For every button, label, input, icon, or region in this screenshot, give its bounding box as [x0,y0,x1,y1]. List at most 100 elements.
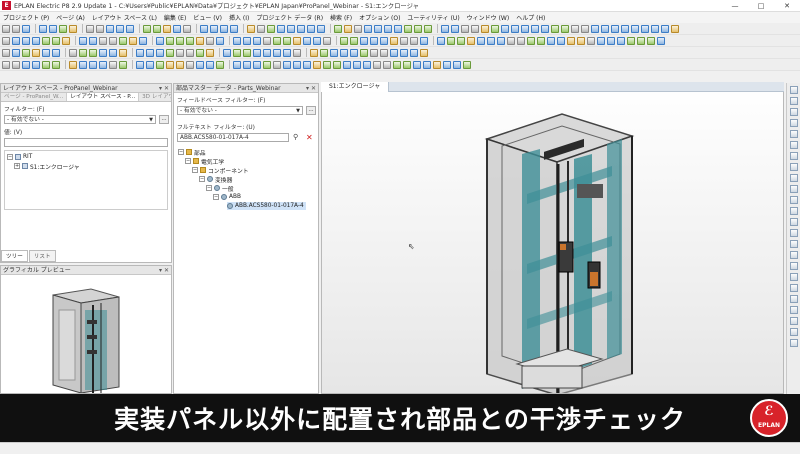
panel-close-icon[interactable]: ▾ ✕ [159,84,169,93]
toolbar-tool-icon[interactable] [587,36,595,45]
toolbar-tool-icon[interactable] [173,24,181,33]
collapse-icon[interactable]: − [178,149,184,155]
tree-item-abb[interactable]: − ABB [213,193,241,201]
toolbar-tool-icon[interactable] [139,36,147,45]
toolbar-tool-icon[interactable] [487,36,495,45]
toolbar-tool-icon[interactable] [42,48,50,57]
toolbar-tool-icon[interactable] [69,24,77,33]
search-filter-icon[interactable]: ⚲ [293,133,303,142]
toolbar-tool-icon[interactable] [166,48,174,57]
toolbar-tool-icon[interactable] [334,24,342,33]
toolbar-tool-icon[interactable] [384,24,392,33]
menu-help[interactable]: ヘルプ (H) [516,13,545,22]
toolbar-tool-icon[interactable] [22,36,30,45]
toolbar-tool-icon[interactable] [206,60,214,69]
toolbar-tool-icon[interactable] [400,36,408,45]
toolbar-tool-icon[interactable] [109,60,117,69]
toolbar-tool-icon[interactable] [163,24,171,33]
collapse-icon[interactable]: − [213,194,219,200]
toolbar-tool-icon[interactable] [166,60,174,69]
toolbar-tool-icon[interactable] [186,60,194,69]
toolbar-tool-icon[interactable] [116,24,124,33]
side-tool-icon[interactable] [789,295,798,303]
tree-item-abb-acs580[interactable]: ABB.ACS580-01-017A-4 [227,202,306,210]
toolbar-tool-icon[interactable] [597,36,605,45]
toolbar-tool-icon[interactable] [99,36,107,45]
side-tool-icon[interactable] [789,152,798,160]
side-tool-icon[interactable] [789,108,798,116]
toolbar-tool-icon[interactable] [637,36,645,45]
toolbar-tool-icon[interactable] [481,24,489,33]
side-tool-icon[interactable] [789,196,798,204]
toolbar-tool-icon[interactable] [353,60,361,69]
toolbar-tool-icon[interactable] [390,36,398,45]
side-tool-icon[interactable] [789,97,798,105]
side-tool-icon[interactable] [789,229,798,237]
toolbar-tool-icon[interactable] [323,60,331,69]
tree-item-converters[interactable]: − 変換器 [199,175,232,184]
toolbar-tool-icon[interactable] [310,48,318,57]
toolbar-tool-icon[interactable] [370,36,378,45]
side-tool-icon[interactable] [789,174,798,182]
toolbar-tool-icon[interactable] [477,36,485,45]
toolbar-tool-icon[interactable] [497,36,505,45]
toolbar-tool-icon[interactable] [333,60,341,69]
toolbar-tool-icon[interactable] [571,24,579,33]
toolbar-tool-icon[interactable] [79,60,87,69]
collapse-icon[interactable]: − [7,154,13,160]
toolbar-tool-icon[interactable] [277,24,285,33]
toolbar-tool-icon[interactable] [607,36,615,45]
toolbar-tool-icon[interactable] [136,48,144,57]
side-tool-icon[interactable] [789,273,798,281]
toolbar-tool-icon[interactable] [414,24,422,33]
toolbar-tool-icon[interactable] [404,24,412,33]
minimize-button[interactable]: — [722,0,748,12]
toolbar-tool-icon[interactable] [283,48,291,57]
toolbar-tool-icon[interactable] [507,36,515,45]
side-tool-icon[interactable] [789,130,798,138]
toolbar-tool-icon[interactable] [547,36,555,45]
toolbar-tool-icon[interactable] [621,24,629,33]
toolbar-tool-icon[interactable] [541,24,549,33]
toolbar-tool-icon[interactable] [257,24,265,33]
3d-viewport[interactable]: ⇖ [321,83,784,394]
field-filter-options-button[interactable]: ... [306,106,316,115]
toolbar-tool-icon[interactable] [437,36,445,45]
side-tool-icon[interactable] [789,328,798,336]
toolbar-tool-icon[interactable] [52,36,60,45]
toolbar-tool-icon[interactable] [247,24,255,33]
toolbar-tool-icon[interactable] [39,24,47,33]
toolbar-tool-icon[interactable] [233,36,241,45]
toolbar-tool-icon[interactable] [52,60,60,69]
toolbar-tool-icon[interactable] [350,36,358,45]
toolbar-tool-icon[interactable] [463,60,471,69]
side-tool-icon[interactable] [789,317,798,325]
toolbar-tool-icon[interactable] [119,36,127,45]
toolbar-tool-icon[interactable] [561,24,569,33]
toolbar-tool-icon[interactable] [441,24,449,33]
toolbar-tool-icon[interactable] [99,60,107,69]
toolbar-tool-icon[interactable] [243,36,251,45]
toolbar-tool-icon[interactable] [330,48,338,57]
tab-pages[interactable]: ページ - ProPanel_W... [1,93,68,101]
toolbar-tool-icon[interactable] [146,60,154,69]
toolbar-tool-icon[interactable] [32,48,40,57]
toolbar-tool-icon[interactable] [293,36,301,45]
toolbar-tool-icon[interactable] [220,24,228,33]
toolbar-tool-icon[interactable] [186,48,194,57]
toolbar-tool-icon[interactable] [146,48,154,57]
toolbar-tool-icon[interactable] [283,36,291,45]
toolbar-tool-icon[interactable] [380,48,388,57]
filter-options-button[interactable]: ... [159,115,169,124]
toolbar-tool-icon[interactable] [577,36,585,45]
collapse-icon[interactable]: − [192,167,198,173]
toolbar-tool-icon[interactable] [176,60,184,69]
side-tool-icon[interactable] [789,86,798,94]
toolbar-tool-icon[interactable] [99,48,107,57]
side-tool-icon[interactable] [789,240,798,248]
tree-item-enclosure[interactable]: + S1:エンクロージャ [14,162,80,171]
toolbar-tool-icon[interactable] [52,48,60,57]
toolbar-tool-icon[interactable] [253,36,261,45]
toolbar-tool-icon[interactable] [601,24,609,33]
toolbar-tool-icon[interactable] [32,60,40,69]
